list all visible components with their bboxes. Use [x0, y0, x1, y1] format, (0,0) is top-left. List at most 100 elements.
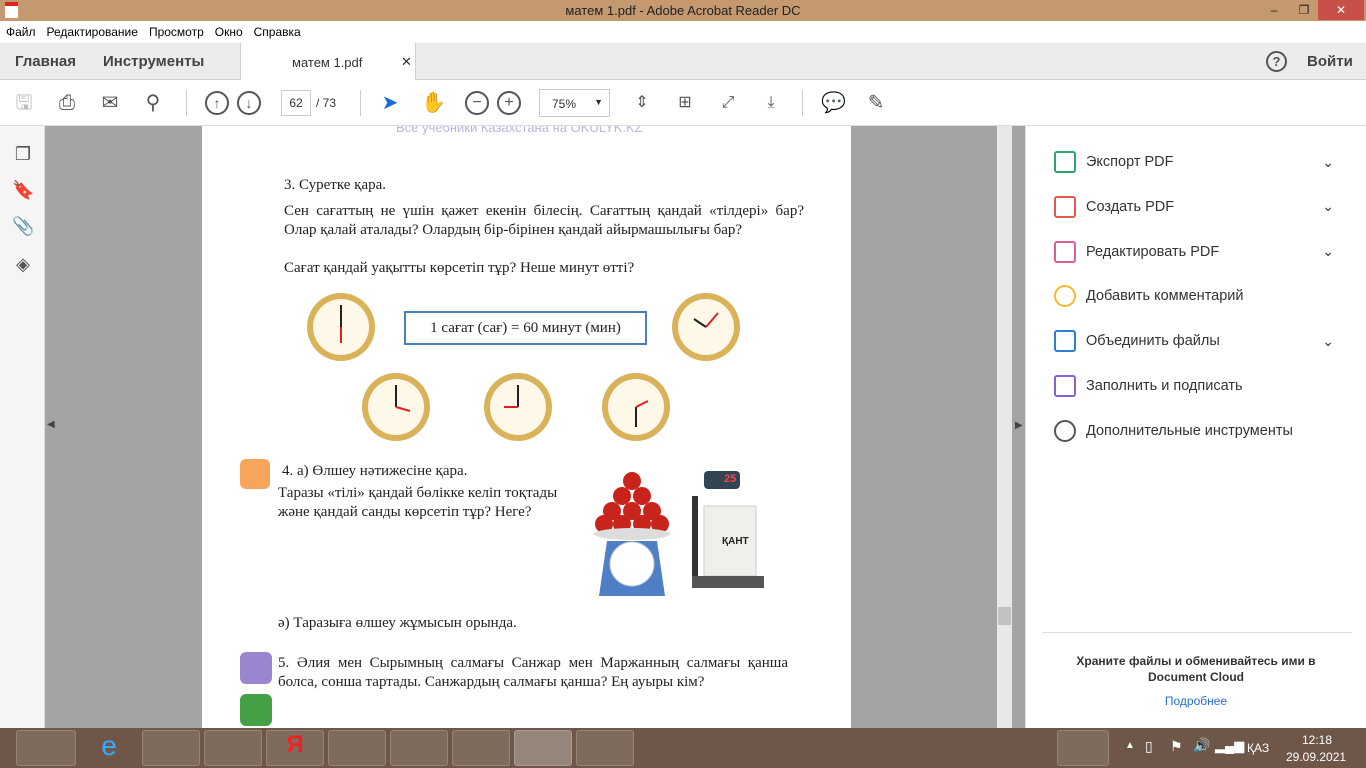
show-hidden-icons[interactable]: ▲ [1125, 740, 1135, 751]
sack-label: ҚАНТ [722, 536, 749, 547]
task3-question: Сағат қандай уақытты көрсетіп тұр? Неше … [284, 260, 635, 276]
time-conversion-box: 1 сағат (сағ) = 60 минут (мин) [404, 311, 647, 345]
comment-icon [1054, 285, 1076, 308]
attachment-icon[interactable]: 📎 [12, 216, 34, 238]
search-icon[interactable]: ⚲ [141, 91, 165, 115]
menu-view[interactable]: Просмотр [143, 21, 209, 39]
scrollbar-thumb[interactable] [998, 607, 1011, 625]
zoom-out-icon[interactable]: − [465, 91, 489, 115]
full-screen-icon[interactable]: ⤢ [716, 91, 740, 115]
close-button[interactable]: ✕ [1318, 0, 1364, 20]
tool-item-edit-pdf[interactable]: Редактировать PDF ⌄ [1054, 240, 1354, 264]
word-icon[interactable] [452, 730, 510, 766]
combine-icon [1054, 330, 1076, 353]
tool-item-export-pdf[interactable]: Экспорт PDF ⌄ [1054, 150, 1354, 174]
create-pdf-icon [1054, 195, 1076, 218]
menu-file[interactable]: Файл [0, 21, 41, 39]
previous-page-icon[interactable]: ↑ [205, 91, 229, 115]
fit-page-icon[interactable]: ⇕ [630, 91, 654, 115]
yandex-browser-icon[interactable]: Я [266, 730, 324, 766]
hand-tool-icon[interactable]: ✋ [421, 91, 446, 115]
chevron-down-icon[interactable]: ⌄ [1322, 198, 1334, 215]
tool-item-comment[interactable]: Добавить комментарий [1054, 284, 1354, 308]
email-icon[interactable]: ✉ [98, 91, 122, 115]
clock-time[interactable]: 12:18 [1302, 733, 1332, 747]
close-tab-icon[interactable]: ✕ [401, 54, 412, 70]
task3-title: 3. Суретке қара. [284, 177, 387, 193]
zoom-value: 75% [552, 97, 577, 111]
sign-in-button[interactable]: Войти [1307, 53, 1353, 70]
chevron-down-icon[interactable]: ⌄ [1322, 333, 1334, 350]
volume-icon[interactable]: 🔊 [1193, 737, 1210, 754]
tab-document[interactable]: матем 1.pdf ✕ [240, 43, 416, 81]
maximize-button[interactable]: ❐ [1290, 0, 1318, 20]
research-icon [240, 694, 272, 726]
page-number-input[interactable]: 62 [281, 90, 311, 116]
scale-display-value: 25 [724, 473, 737, 485]
file-explorer-icon[interactable] [142, 730, 200, 766]
menu-edit[interactable]: Редактирование [41, 21, 143, 39]
menu-window[interactable]: Окно [209, 21, 248, 39]
network-icon[interactable]: ▂▄▆ [1215, 738, 1244, 754]
scroll-mode-icon[interactable]: ⤓ [759, 91, 783, 115]
calculator-icon[interactable] [204, 730, 262, 766]
learn-more-link[interactable]: Подробнее [1056, 694, 1336, 708]
select-tool-icon[interactable]: ➤ [378, 91, 402, 115]
export-pdf-icon [1054, 151, 1076, 173]
tab-home[interactable]: Главная [15, 53, 76, 70]
pdf-page: Все учебники Казахстана на OKULYK.KZ 3. … [202, 126, 851, 728]
document-cloud-promo: Храните файлы и обменивайтесь ими в Docu… [1076, 654, 1316, 684]
tool-item-label: Редактировать PDF [1086, 243, 1220, 260]
clock-illustration [672, 293, 740, 361]
left-navigation-rail: ❐ 🔖 📎 ◈ [0, 126, 45, 728]
tool-item-create-pdf[interactable]: Создать PDF ⌄ [1054, 195, 1354, 219]
next-page-icon[interactable]: ↓ [237, 91, 261, 115]
menu-bar: Файл Редактирование Просмотр Окно Справка [0, 21, 1366, 43]
comment-tool-icon[interactable]: 💬 [821, 91, 846, 115]
vertical-scrollbar[interactable] [997, 126, 1012, 728]
minimize-button[interactable]: – [1260, 0, 1288, 20]
antivirus-tray-icon[interactable] [1057, 730, 1109, 766]
lenovo-start-button[interactable] [16, 730, 76, 766]
collapse-left-panel-icon[interactable]: ◀ [47, 419, 55, 430]
language-indicator[interactable]: ҚАЗ [1247, 741, 1269, 755]
scales-illustration [594, 471, 764, 596]
tool-item-sign[interactable]: Заполнить и подписать [1054, 374, 1354, 398]
internet-explorer-icon[interactable]: e [80, 730, 138, 766]
expand-right-panel-icon[interactable]: ▶ [1015, 420, 1023, 431]
fit-width-icon[interactable]: ⊞ [673, 91, 697, 115]
toolbar: 🖫 ⎙ ✉ ⚲ ↑ ↓ 62 / 73 ➤ ✋ − + 75% ▼ ⇕ ⊞ ⤢ ⤓… [0, 80, 1366, 126]
tool-item-label: Добавить комментарий [1086, 288, 1244, 305]
zoom-in-icon[interactable]: + [497, 91, 521, 115]
chevron-down-icon[interactable]: ⌄ [1322, 154, 1334, 171]
tab-tools[interactable]: Инструменты [103, 53, 204, 70]
edit-pdf-icon [1054, 240, 1076, 263]
highlight-tool-icon[interactable]: ✎ [864, 91, 888, 115]
clock-illustration [307, 293, 375, 361]
bookmark-icon[interactable]: 🔖 [12, 180, 34, 202]
window-title: матем 1.pdf - Adobe Acrobat Reader DC [565, 3, 801, 18]
whatsapp-icon[interactable] [390, 730, 448, 766]
print-icon[interactable]: ⎙ [55, 91, 79, 115]
help-icon[interactable]: ? [1266, 51, 1287, 72]
clock-illustration [362, 373, 430, 441]
save-icon[interactable]: 🖫 [12, 91, 36, 115]
chevron-down-icon[interactable]: ⌄ [1322, 243, 1334, 260]
task5-text: 5. Әлия мен Сырымның салмағы Санжар мен … [278, 655, 788, 690]
document-tab-label: матем 1.pdf [292, 55, 363, 70]
pages-thumbnail-icon[interactable]: ❐ [12, 144, 34, 166]
menu-help[interactable]: Справка [248, 21, 306, 39]
tool-item-label: Объединить файлы [1086, 333, 1220, 350]
plus-circle-icon [1054, 419, 1076, 442]
battery-icon[interactable]: ▯ [1145, 738, 1153, 755]
layers-icon[interactable]: ◈ [12, 254, 34, 276]
tool-item-plus-circle[interactable]: Дополнительные инструменты [1054, 419, 1354, 443]
presentation-app-icon[interactable] [576, 730, 634, 766]
acrobat-taskbar-icon[interactable] [514, 730, 572, 766]
yandex-icon[interactable] [638, 730, 696, 766]
action-center-icon[interactable]: ⚑ [1170, 738, 1183, 755]
clock-date[interactable]: 29.09.2021 [1286, 750, 1346, 764]
zoom-select[interactable]: 75% ▼ [539, 89, 610, 117]
chrome-icon[interactable] [328, 730, 386, 766]
tool-item-combine[interactable]: Объединить файлы ⌄ [1054, 329, 1354, 353]
